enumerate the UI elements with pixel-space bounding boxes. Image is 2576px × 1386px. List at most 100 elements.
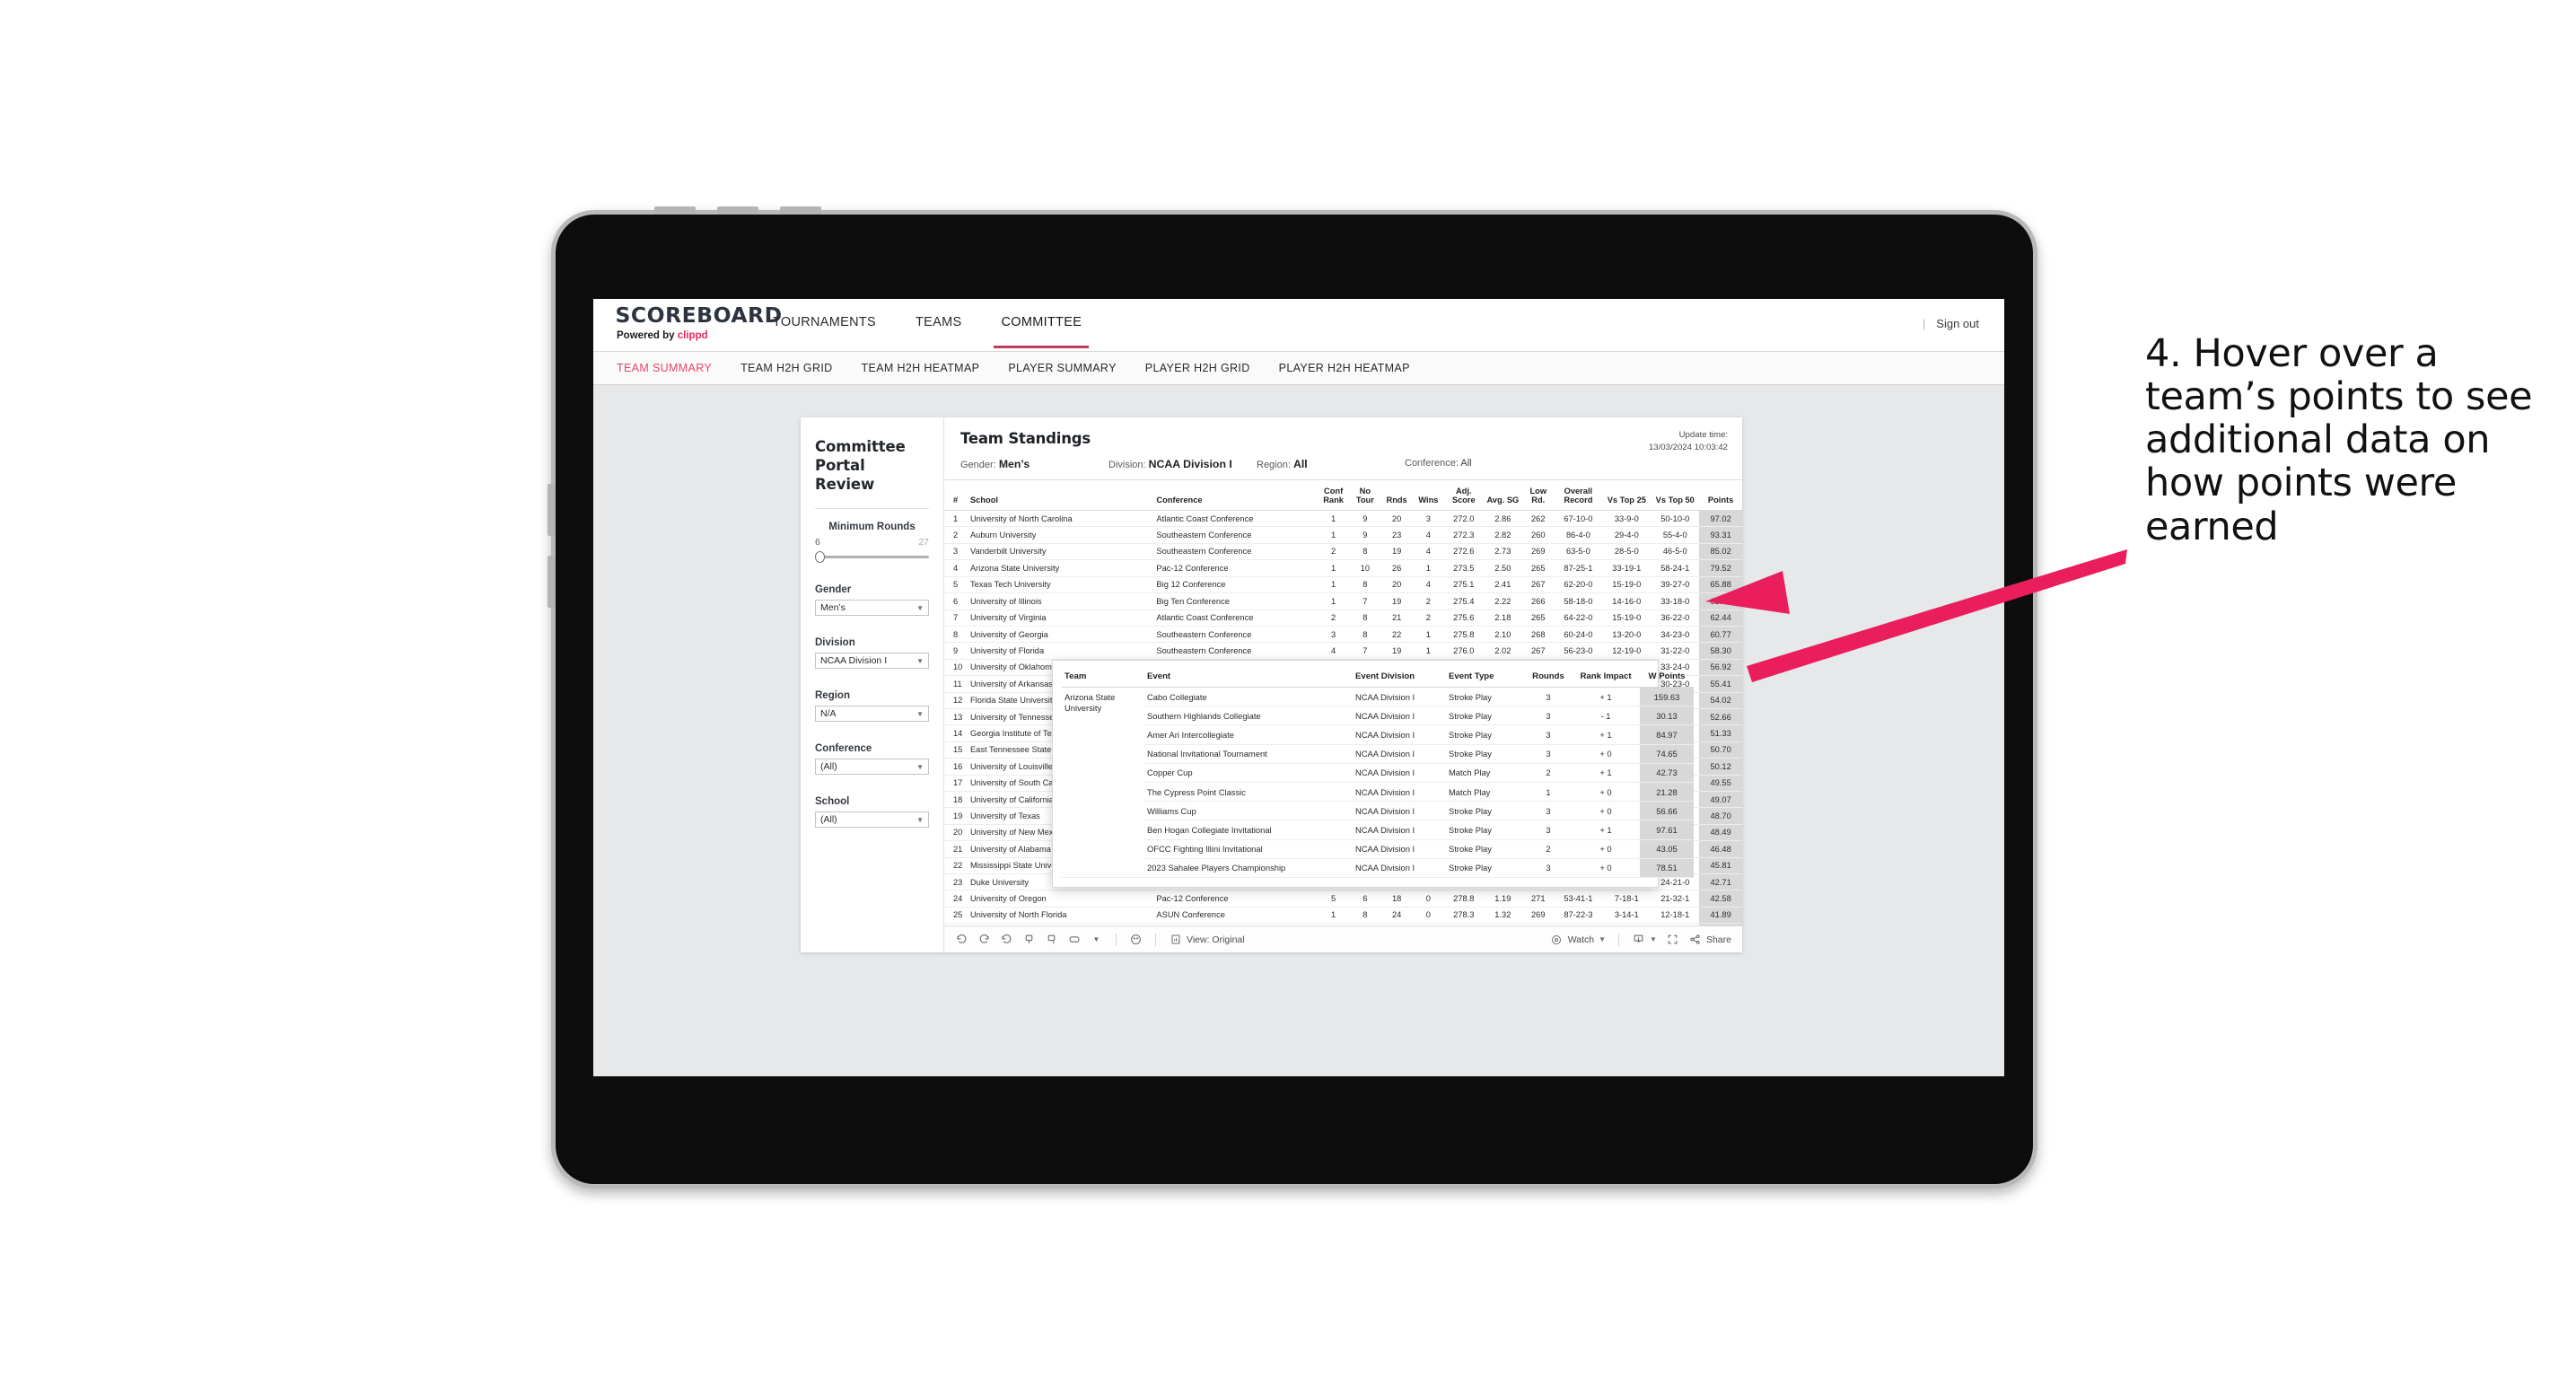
cell-rank: 24 xyxy=(944,890,968,908)
watch-button[interactable]: Watch ▼ xyxy=(1550,933,1606,946)
nav-item-tournaments[interactable]: TOURNAMENTS xyxy=(753,315,896,348)
th-adj-score[interactable]: Adj. Score xyxy=(1444,480,1484,512)
tooltip-cell-w-points: 78.51 xyxy=(1640,858,1694,878)
cell-wins: 2 xyxy=(1412,610,1445,627)
th-low-rd[interactable]: Low Rd. xyxy=(1522,480,1555,512)
table-row[interactable]: 24 University of Oregon Pac-12 Conference 5… xyxy=(944,890,1742,908)
cell-points[interactable]: 50.70 xyxy=(1699,741,1742,759)
th-wins[interactable]: Wins xyxy=(1412,480,1445,512)
brand-logo[interactable]: SCOREBOARD Powered by clippd xyxy=(593,299,782,351)
th-conference[interactable]: Conference xyxy=(1154,480,1318,512)
filter-gender-select[interactable]: Men’s ▼ xyxy=(815,600,929,617)
cell-low-rd: 268 xyxy=(1522,626,1555,644)
cell-points[interactable]: 45.81 xyxy=(1699,857,1742,875)
standings-table-wrap[interactable]: # School Conference Conf Rank No Tour Rn… xyxy=(944,479,1742,925)
cell-no-tour: 10 xyxy=(1349,559,1381,577)
share-button[interactable]: Share xyxy=(1688,933,1731,946)
sidebar-title: Committee Portal Review xyxy=(815,438,906,494)
tooltip-cell-w-points: 42.73 xyxy=(1640,763,1694,783)
fullscreen-icon[interactable] xyxy=(1666,933,1679,946)
subnav-item-player-summary[interactable]: PLAYER SUMMARY xyxy=(1008,362,1134,374)
minimum-rounds-slider[interactable] xyxy=(815,550,929,564)
cell-rank: 11 xyxy=(944,675,968,693)
th-school[interactable]: School xyxy=(968,480,1155,512)
subnav-item-team-h2h-heatmap[interactable]: TEAM H2H HEATMAP xyxy=(862,362,998,374)
table-row[interactable]: 8 University of Georgia Southeastern Confe… xyxy=(944,626,1742,644)
nav-item-committee[interactable]: COMMITTEE xyxy=(981,315,1101,348)
subnav-item-player-h2h-heatmap[interactable]: PLAYER H2H HEATMAP xyxy=(1279,362,1428,374)
toolbar-divider-2 xyxy=(1155,933,1156,946)
table-row[interactable]: 6 University of Illinois Big Ten Conferenc… xyxy=(944,592,1742,610)
th-overall-record[interactable]: Overall Record xyxy=(1554,480,1603,512)
cell-points[interactable]: 39.94 xyxy=(1699,923,1742,925)
tooltip-row: Southern Highlands Collegiate NCAA Divisi… xyxy=(1062,706,1694,726)
th-vs-top-50[interactable]: Vs Top 50 xyxy=(1651,480,1700,512)
table-row[interactable]: 9 University of Florida Southeastern Confe… xyxy=(944,642,1742,660)
cell-points[interactable]: 50.12 xyxy=(1699,758,1742,776)
cell-vs-top-50: 36-22-0 xyxy=(1651,610,1700,627)
device-preview-icon[interactable] xyxy=(1067,933,1081,946)
table-row[interactable]: 7 University of Virginia Atlantic Coast Co… xyxy=(944,610,1742,627)
refresh-icon[interactable] xyxy=(1022,933,1036,946)
cell-points[interactable]: 49.55 xyxy=(1699,775,1742,792)
cell-vs-top-50: 39-27-0 xyxy=(1651,576,1700,594)
device-button-top-1 xyxy=(654,206,696,215)
cell-avg-sg: 1.32 xyxy=(1483,907,1523,925)
revert-icon[interactable] xyxy=(1000,933,1013,946)
table-row[interactable]: 4 Arizona State University Pac-12 Conferen… xyxy=(944,559,1742,577)
chevron-down-icon[interactable]: ▼ xyxy=(1090,933,1103,946)
filter-gender-label: Gender xyxy=(815,584,852,596)
filter-conference-select[interactable]: (All) ▼ xyxy=(815,759,929,776)
cell-points[interactable]: 46.48 xyxy=(1699,840,1742,858)
cell-points[interactable]: 48.49 xyxy=(1699,824,1742,842)
filter-division-select[interactable]: NCAA Division I ▼ xyxy=(815,653,929,670)
table-row[interactable]: 5 Texas Tech University Big 12 Conference 1… xyxy=(944,576,1742,594)
cell-points[interactable]: 51.33 xyxy=(1699,724,1742,742)
table-row[interactable]: 3 Vanderbilt University Southeastern Confe… xyxy=(944,543,1742,561)
help-icon[interactable] xyxy=(1129,933,1143,946)
th-no-tour[interactable]: No Tour xyxy=(1349,480,1381,512)
filter-school-select[interactable]: (All) ▼ xyxy=(815,811,929,829)
cell-points[interactable]: 42.71 xyxy=(1699,873,1742,891)
cell-conference: Pac-12 Conference xyxy=(1154,890,1318,908)
subnav-item-team-summary[interactable]: TEAM SUMMARY xyxy=(617,362,730,374)
summary-conference: Conference: All xyxy=(1405,458,1553,470)
th-rnds[interactable]: Rnds xyxy=(1380,480,1413,512)
cell-wins: 1 xyxy=(1412,559,1445,577)
tooltip-cell-event-division: NCAA Division I xyxy=(1353,744,1446,764)
filter-division-label: Division xyxy=(815,637,855,649)
nav-item-teams[interactable]: TEAMS xyxy=(896,315,981,348)
th-rank[interactable]: # xyxy=(944,480,968,512)
redo-icon[interactable] xyxy=(977,933,991,946)
cell-points[interactable]: 93.31 xyxy=(1699,526,1742,544)
th-vs-top-25[interactable]: Vs Top 25 xyxy=(1602,480,1652,512)
table-row[interactable]: 1 University of North Carolina Atlantic Co… xyxy=(944,510,1742,528)
th-points[interactable]: Points xyxy=(1699,480,1742,512)
filter-region-select[interactable]: N/A ▼ xyxy=(815,706,929,723)
table-row[interactable]: 26The Ohio State UniversityBig Ten Confe… xyxy=(944,923,1742,925)
th-avg-sg[interactable]: Avg. SG xyxy=(1483,480,1523,512)
cell-avg-sg: 2.10 xyxy=(1483,626,1523,644)
subnav-item-player-h2h-grid[interactable]: PLAYER H2H GRID xyxy=(1145,362,1268,374)
cell-overall-record: 53-41-1 xyxy=(1554,890,1603,908)
pause-icon[interactable] xyxy=(1045,933,1058,946)
signout-link[interactable]: Sign out xyxy=(1936,317,1979,330)
cell-points[interactable]: 52.66 xyxy=(1699,708,1742,726)
filter-school: School (All) ▼ xyxy=(815,796,929,829)
cell-points[interactable]: 49.07 xyxy=(1699,791,1742,809)
tooltip-cell-rounds: 3 xyxy=(1525,687,1572,707)
cell-vs-top-50: 31-22-0 xyxy=(1651,642,1700,660)
cell-points[interactable]: 42.58 xyxy=(1699,890,1742,908)
undo-icon[interactable] xyxy=(955,933,968,946)
cell-points[interactable]: 97.02 xyxy=(1699,510,1742,528)
slider-knob[interactable] xyxy=(815,551,825,564)
cell-points[interactable]: 48.70 xyxy=(1699,807,1742,825)
subnav-item-team-h2h-grid[interactable]: TEAM H2H GRID xyxy=(740,362,850,374)
table-row[interactable]: 25 University of North Florida ASUN Confer… xyxy=(944,907,1742,925)
view-original-button[interactable]: View: Original xyxy=(1169,933,1245,946)
cell-points[interactable]: 41.89 xyxy=(1699,907,1742,925)
download-button[interactable]: ▼ xyxy=(1632,933,1657,946)
table-row[interactable]: 2 Auburn University Southeastern Conferenc… xyxy=(944,526,1742,544)
filter-region-value: N/A xyxy=(820,708,837,720)
th-conf-rank[interactable]: Conf Rank xyxy=(1317,480,1350,512)
